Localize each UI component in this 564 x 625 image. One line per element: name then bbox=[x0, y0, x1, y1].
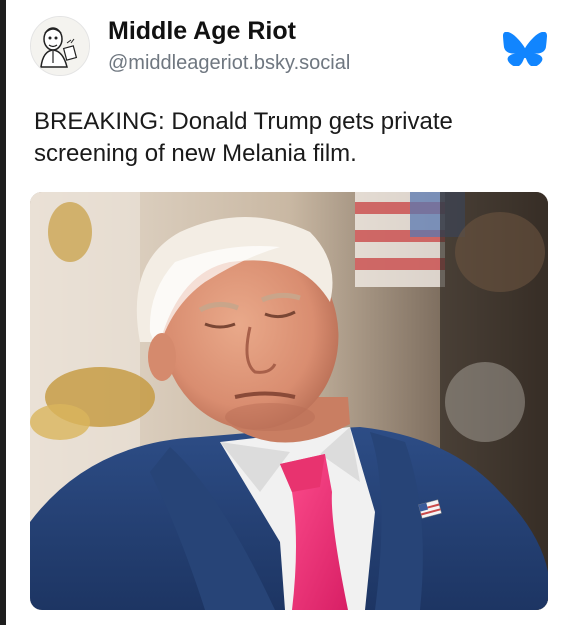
post-text: BREAKING: Donald Trump gets private scre… bbox=[34, 108, 453, 167]
author-avatar[interactable] bbox=[30, 16, 90, 76]
caricature-avatar-icon bbox=[31, 17, 89, 75]
butterfly-icon[interactable] bbox=[503, 31, 547, 67]
post-image[interactable] bbox=[30, 192, 548, 610]
photo-illustration bbox=[30, 192, 548, 610]
author-name[interactable]: Middle Age Riot bbox=[108, 17, 296, 46]
post-card[interactable]: Middle Age Riot @middleageriot.bsky.soci… bbox=[6, 0, 564, 625]
author-handle[interactable]: @middleageriot.bsky.social bbox=[108, 52, 350, 75]
